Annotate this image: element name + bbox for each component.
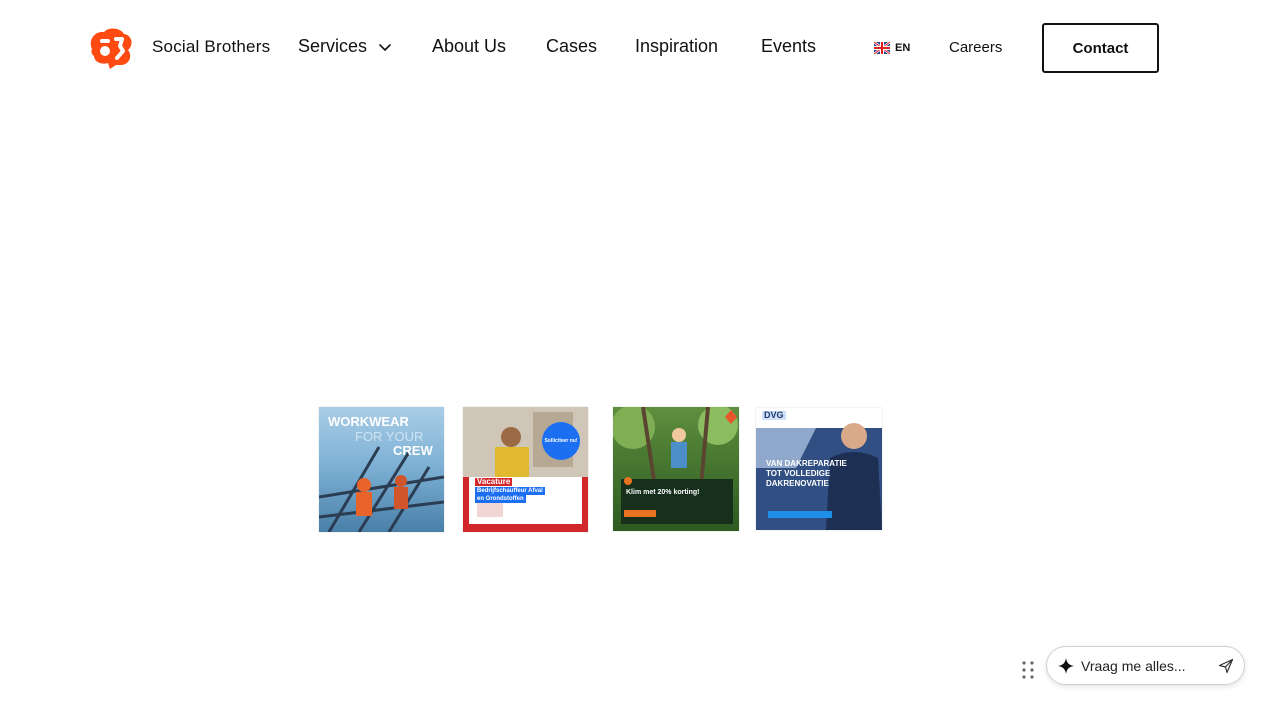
ad-tile-klim[interactable]: Klim met 20% korting! xyxy=(613,407,739,531)
brand-name[interactable]: Social Brothers xyxy=(152,37,270,57)
ad-tile-dvg[interactable]: DVG VAN DAKREPARATIE TOT VOLLEDIGE DAKRE… xyxy=(756,408,882,530)
nav-events[interactable]: Events xyxy=(761,36,816,57)
site-header: Social Brothers Services About Us Cases … xyxy=(0,0,1280,96)
nav-about-us[interactable]: About Us xyxy=(432,36,506,57)
apply-badge-text: Solliciteer nu! xyxy=(544,438,578,444)
nav-cases[interactable]: Cases xyxy=(546,36,597,57)
ad-text-line: Vacature xyxy=(475,477,513,486)
drag-handle-icon[interactable] xyxy=(1021,660,1035,680)
apply-badge: Solliciteer nu! xyxy=(542,422,580,460)
ad-text-line: VAN DAKREPARATIE xyxy=(766,459,847,468)
ad-text-line: FOR YOUR xyxy=(355,429,424,444)
chat-input[interactable]: Vraag me alles... xyxy=(1046,646,1245,685)
nav-inspiration[interactable]: Inspiration xyxy=(635,36,718,57)
contact-button[interactable]: Contact xyxy=(1042,23,1159,73)
chevron-down-icon[interactable] xyxy=(379,42,391,52)
language-code: EN xyxy=(895,42,911,54)
ad-tile-vacature[interactable]: Solliciteer nu! Vacature Bedrijfschauffe… xyxy=(463,407,588,532)
sparkle-icon xyxy=(1058,658,1074,674)
ad-text-line: DVG xyxy=(762,410,786,420)
ad-text-line: DAKRENOVATIE xyxy=(766,479,829,488)
ad-tile-workwear[interactable]: WORKWEAR FOR YOUR CREW xyxy=(319,407,444,532)
ad-text-line: CREW xyxy=(393,443,433,458)
social-brothers-logo-icon[interactable] xyxy=(86,27,134,69)
ad-text-line: TOT VOLLEDIGE xyxy=(766,469,831,478)
uk-flag-icon xyxy=(874,42,890,54)
nav-services[interactable]: Services xyxy=(298,36,367,57)
ad-text-line: WORKWEAR xyxy=(328,414,409,429)
ad-text-line: en Grondstoffen xyxy=(475,495,526,503)
send-icon[interactable] xyxy=(1218,658,1234,674)
climbing-park-image xyxy=(613,407,738,524)
nav-careers[interactable]: Careers xyxy=(949,39,1002,56)
ad-text-line: Bedrijfschauffeur Afval xyxy=(475,487,545,495)
ad-text-line: Klim met 20% korting! xyxy=(626,489,700,496)
chat-placeholder: Vraag me alles... xyxy=(1081,658,1186,674)
language-switcher[interactable]: EN xyxy=(874,40,910,56)
